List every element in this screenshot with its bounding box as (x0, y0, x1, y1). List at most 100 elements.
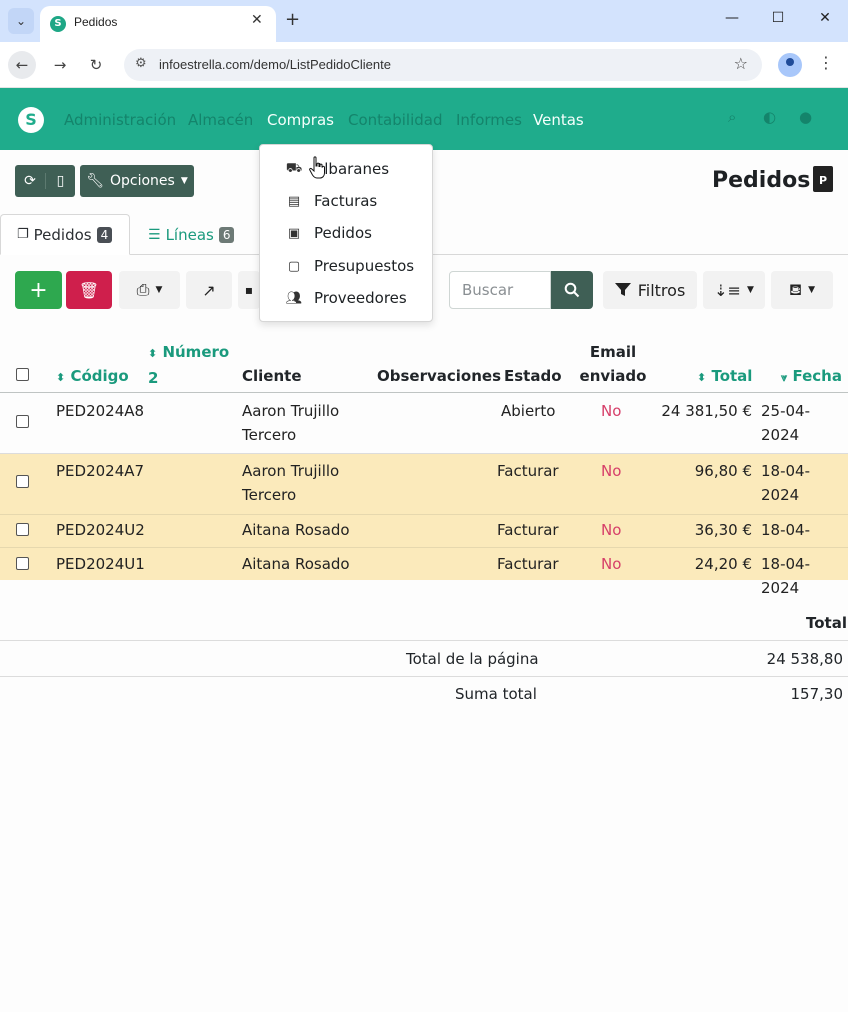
grand-total-value: 157,30 (790, 685, 844, 703)
options-label: Opciones (110, 173, 175, 189)
cell-estado: Abierto (501, 402, 556, 420)
tab-pedidos-count: 4 (96, 226, 113, 243)
totals-header: Total (806, 614, 847, 632)
nav-item-informes[interactable]: Informes (456, 111, 522, 129)
column-header-fecha[interactable]: ⩔ Fecha (781, 364, 842, 390)
search-input[interactable]: Buscar (449, 271, 551, 309)
sort-button[interactable]: ⇣≡ ▼ (703, 271, 765, 309)
print-button[interactable]: ⎙ ▼ (119, 271, 180, 309)
cell-cliente: Aaron Trujillo Tercero (242, 462, 340, 504)
color-fill-button[interactable]: ⛾ ▼ (771, 271, 833, 309)
row-checkbox[interactable] (16, 523, 29, 536)
users-icon: 👥︎ (285, 290, 303, 306)
search-icon[interactable]: ⌕ (728, 108, 746, 126)
column-header-observaciones[interactable]: Observaciones (377, 364, 501, 388)
cell-estado: Facturar (497, 521, 559, 539)
new-tab-plus-icon[interactable]: + (285, 10, 300, 30)
nav-item-compras[interactable]: Compras (267, 111, 334, 129)
totals-divider (0, 676, 848, 677)
app-navbar: S Administración Almacén Compras Contabi… (0, 88, 848, 150)
bookmark-icon[interactable]: ▯ (45, 173, 75, 189)
grand-total-label: Suma total (455, 685, 537, 703)
row-checkbox[interactable] (16, 475, 29, 488)
browser-toolbar: ← → ↻ ⚙ infoestrella.com/demo/ListPedido… (0, 42, 848, 88)
cell-fecha: 25-04-2024 (761, 402, 810, 444)
paint-bucket-icon: ⛾ (789, 279, 803, 299)
bell-icon[interactable]: ◐ (763, 108, 781, 126)
back-arrow-icon[interactable]: ← (8, 51, 36, 79)
options-button[interactable]: 🔧︎ Opciones ▼ (80, 165, 194, 197)
bookmark-star-icon[interactable]: ☆ (734, 54, 748, 73)
column-header-email[interactable]: Email enviado (578, 340, 648, 388)
estimate-file-icon: ▢ (287, 258, 301, 274)
page-title: Pedidos (712, 168, 811, 193)
external-link-icon: ↗ (202, 280, 216, 300)
cell-email: No (601, 462, 622, 480)
column-header-codigo[interactable]: ⬍ Código (56, 364, 129, 390)
tab-search-button[interactable]: ⌄ (8, 8, 34, 34)
filters-button[interactable]: Filtros (603, 271, 697, 309)
address-bar[interactable]: ⚙ infoestrella.com/demo/ListPedidoClient… (124, 49, 762, 81)
row-checkbox[interactable] (16, 415, 29, 428)
site-settings-icon[interactable]: ⚙ (135, 56, 147, 71)
minimize-icon[interactable]: — (722, 10, 742, 26)
tab-pedidos[interactable]: ❐ Pedidos 4 (0, 214, 130, 255)
hand-cursor-icon (309, 156, 325, 179)
maximize-icon[interactable]: ☐ (768, 10, 788, 26)
cell-codigo[interactable]: PED2024U2 (56, 518, 145, 542)
export-button[interactable]: ↗ (186, 271, 232, 309)
cell-codigo[interactable]: PED2024A8 (56, 399, 144, 423)
nav-item-ventas[interactable]: Ventas (533, 111, 584, 129)
column-header-cliente[interactable]: Cliente (242, 364, 302, 388)
browser-menu-icon[interactable]: ⋮ (818, 53, 834, 72)
truck-icon: ⛟ (285, 160, 303, 176)
profile-avatar-icon[interactable] (778, 53, 802, 77)
browser-tab[interactable]: S Pedidos ✕ (40, 6, 276, 42)
select-all-checkbox[interactable] (16, 368, 29, 381)
search-button[interactable] (551, 271, 593, 309)
file-icon: ▪ (244, 283, 254, 297)
app-logo-icon[interactable]: S (18, 107, 44, 133)
cell-estado: Facturar (497, 555, 559, 573)
window-close-icon[interactable]: ✕ (815, 10, 835, 26)
sort-desc-icon: ⩔ (781, 371, 788, 384)
nav-item-administracion[interactable]: Administración (64, 111, 176, 129)
cell-email: No (601, 555, 622, 573)
extra-action-button[interactable]: ▪ (238, 271, 260, 309)
site-favicon-icon: S (50, 16, 66, 32)
nav-item-almacen[interactable]: Almacén (188, 111, 253, 129)
cell-cliente: Aaron Trujillo Tercero (242, 402, 340, 444)
cell-cliente: Aitana Rosado (242, 521, 350, 539)
caret-down-icon: ▼ (808, 285, 815, 295)
dropdown-item-facturas[interactable]: ▤ Facturas (284, 189, 377, 213)
column-header-total[interactable]: ⬍ Total (697, 364, 752, 390)
dropdown-item-presupuestos[interactable]: ▢ Presupuestos (284, 254, 414, 278)
dropdown-item-albaranes[interactable]: ⛟ Albaranes (284, 157, 389, 181)
column-header-estado[interactable]: Estado (504, 364, 562, 388)
page-total-label: Total de la página (406, 650, 539, 668)
close-icon[interactable]: ✕ (251, 12, 263, 28)
totals-divider (0, 640, 848, 641)
invoice-icon: ▤ (287, 193, 301, 209)
cell-email: No (601, 521, 622, 539)
cell-codigo[interactable]: PED2024A7 (56, 459, 144, 483)
delete-button[interactable]: 🗑︎ (66, 271, 112, 309)
reload-icon[interactable]: ↻ (82, 51, 110, 79)
sort-amount-down-icon: ⇣≡ (714, 280, 741, 300)
nav-item-contabilidad[interactable]: Contabilidad (348, 111, 443, 129)
dropdown-item-label: Albaranes (314, 160, 390, 178)
column-header-numero2[interactable]: ⬍ Número 2 (148, 340, 238, 390)
user-icon[interactable]: ● (799, 108, 817, 126)
tab-lineas[interactable]: ☰ Líneas 6 (148, 214, 235, 255)
row-checkbox[interactable] (16, 557, 29, 570)
compras-dropdown-menu: ⛟ Albaranes ▤ Facturas ▣ Pedidos ▢ Presu… (259, 144, 433, 322)
dropdown-item-pedidos[interactable]: ▣ Pedidos (284, 221, 372, 245)
cell-total: 24 381,50 € (661, 402, 752, 420)
copy-icon: ❐ (17, 227, 29, 242)
search-placeholder: Buscar (462, 281, 514, 299)
add-button[interactable]: + (15, 271, 62, 309)
refresh-icon[interactable]: ⟳ (15, 173, 45, 189)
cell-codigo[interactable]: PED2024U1 (56, 552, 145, 576)
forward-arrow-icon[interactable]: → (46, 51, 74, 79)
dropdown-item-proveedores[interactable]: 👥︎ Proveedores (284, 286, 407, 310)
